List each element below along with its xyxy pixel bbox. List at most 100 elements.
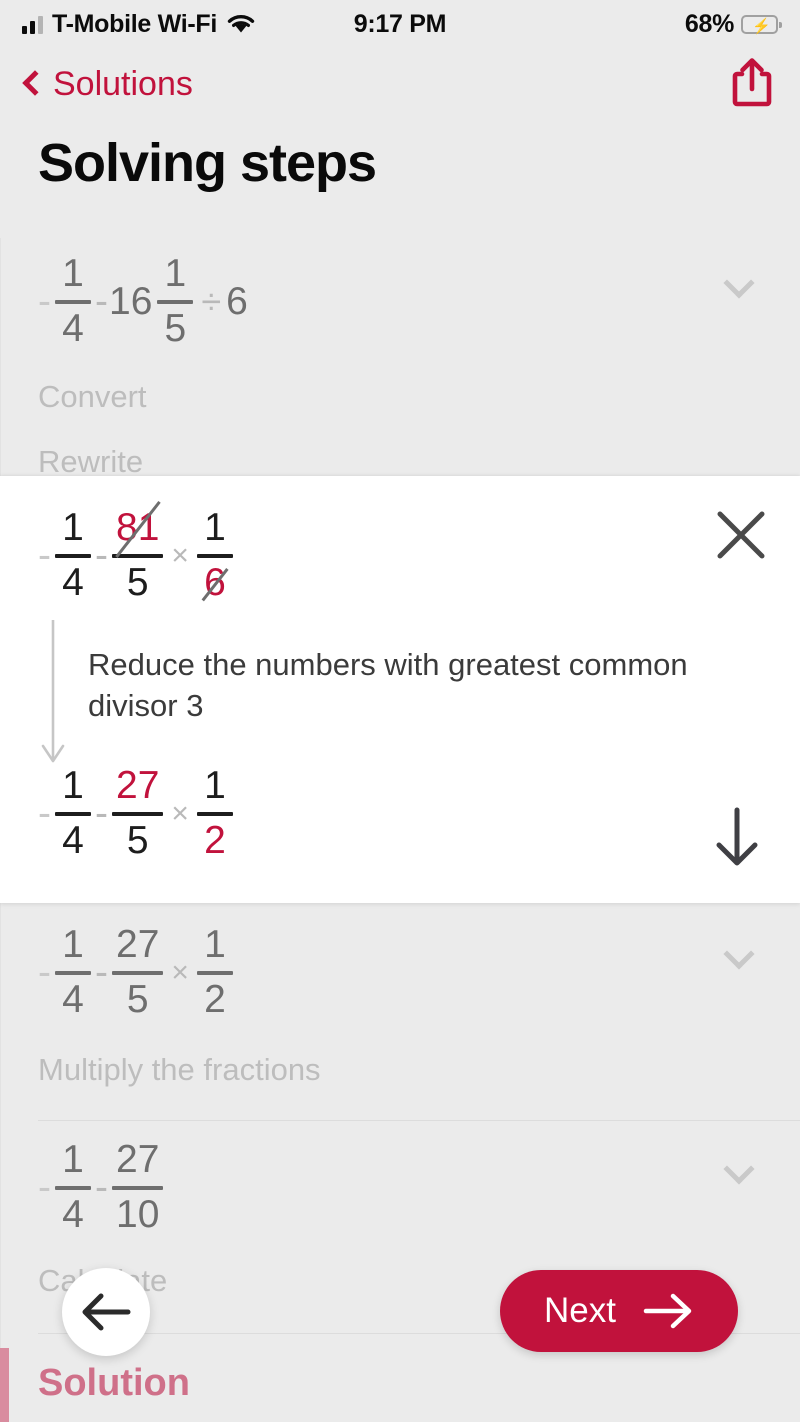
numerator: 1 <box>62 1138 84 1181</box>
numerator: 1 <box>62 764 84 807</box>
fraction-one-half: 1 2 <box>196 764 233 862</box>
denominator: 5 <box>126 818 149 862</box>
multiply-operator: × <box>171 955 189 989</box>
step-row-multiply-fractions[interactable]: - 1 4 - 27 5 × 1 2 Multiply the fraction… <box>0 923 800 1088</box>
denominator: 4 <box>62 818 84 862</box>
numerator: 1 <box>204 506 226 549</box>
fraction-one-fourth: 1 4 <box>55 252 91 350</box>
minus-operator: - <box>95 1166 108 1210</box>
numerator-struck: 81 <box>112 507 163 549</box>
fraction-one-fourth: 1 4 <box>55 1138 91 1236</box>
minus-operator: - <box>95 792 108 836</box>
step-divider <box>38 1120 800 1121</box>
numerator: 1 <box>62 506 84 549</box>
fraction-one-fourth: 1 4 <box>55 924 91 1021</box>
denominator: 4 <box>62 306 84 350</box>
step-expression: - 1 4 - 27 10 <box>38 1138 762 1236</box>
fraction-bar <box>196 553 233 558</box>
chevron-left-icon <box>22 70 48 96</box>
step-header: - 1 4 - 16 1 5 ÷ 6 <box>38 252 762 350</box>
denominator-struck: 6 <box>200 562 230 604</box>
fraction-one-fourth: 1 4 <box>55 506 91 604</box>
numerator: 27 <box>116 1138 160 1181</box>
fraction-twentyseven-fifths: 27 5 <box>112 764 164 862</box>
denominator: 4 <box>62 560 84 604</box>
numerator: 27 <box>116 923 160 966</box>
step-expression: - 1 4 - 27 5 × 1 2 <box>38 923 762 1021</box>
step-header: - 1 4 - 27 5 × 1 2 <box>38 923 762 1021</box>
fraction-bar <box>55 553 91 558</box>
status-bar-right: 68% ⚡ <box>684 9 782 39</box>
leading-minus: - <box>38 951 51 995</box>
fraction-eightyone-fifths: 81 5 <box>112 507 164 604</box>
minus-operator: - <box>95 534 108 578</box>
leading-minus: - <box>38 534 51 578</box>
denominator-highlighted: 2 <box>204 818 226 862</box>
fraction-one-fifth: 1 5 <box>157 253 194 350</box>
divide-operator: ÷ <box>201 280 222 322</box>
next-button[interactable]: Next <box>500 1270 738 1352</box>
solution-label: Solution <box>38 1362 190 1404</box>
arrow-right-icon <box>643 1293 692 1329</box>
card-input-expression: - 1 4 - 81 5 × 1 6 <box>38 506 236 604</box>
back-label: Solutions <box>53 64 193 103</box>
fraction-bar <box>55 299 91 304</box>
fraction-bar <box>196 811 233 816</box>
page-title: Solving steps <box>38 133 377 193</box>
fraction-one-fourth: 1 4 <box>55 764 91 862</box>
step-row-convert-rewrite[interactable]: - 1 4 - 16 1 5 ÷ 6 Convert Rewrite <box>0 238 800 479</box>
fraction-bar <box>55 1185 91 1190</box>
denominator: 4 <box>62 977 84 1021</box>
wifi-icon <box>227 15 255 33</box>
battery-percent-label: 68% <box>684 9 734 38</box>
denominator: 5 <box>126 560 149 604</box>
numerator: 1 <box>204 764 226 807</box>
fraction-one-sixth: 1 6 <box>196 506 233 604</box>
multiply-operator: × <box>171 796 189 830</box>
status-bar: T-Mobile Wi-Fi 9:17 PM 68% ⚡ <box>0 0 800 48</box>
numerator: 1 <box>62 252 84 295</box>
fraction-one-half: 1 2 <box>196 923 233 1021</box>
denominator: 10 <box>116 1192 160 1236</box>
step-header: - 1 4 - 27 10 <box>38 1138 762 1236</box>
fraction-bar <box>112 1185 164 1190</box>
minus-operator: - <box>95 280 108 324</box>
solution-row[interactable]: Solution <box>0 1348 800 1422</box>
share-button[interactable] <box>730 56 774 113</box>
fraction-twentyseven-tenths: 27 10 <box>112 1138 164 1236</box>
fraction-bar <box>112 811 164 816</box>
solving-steps-screen: T-Mobile Wi-Fi 9:17 PM 68% ⚡ Solutions S… <box>0 0 800 1422</box>
previous-step-button[interactable] <box>62 1268 150 1356</box>
card-output-expression: - 1 4 - 27 5 × 1 2 <box>38 764 236 862</box>
denominator: 5 <box>126 977 149 1021</box>
solution-accent-bar <box>0 1348 9 1422</box>
cellular-bars-icon <box>22 14 43 34</box>
close-icon <box>717 511 765 559</box>
close-card-button[interactable] <box>714 508 768 562</box>
divisor: 6 <box>226 280 248 324</box>
fraction-bar <box>196 970 233 975</box>
step-caption-line2: Rewrite <box>38 443 144 479</box>
numerator-highlighted: 27 <box>116 764 160 807</box>
step-caption-line1: Multiply the fractions <box>38 1051 321 1087</box>
minus-operator: - <box>95 951 108 995</box>
step-expression: - 1 4 - 16 1 5 ÷ 6 <box>38 252 762 350</box>
nav-bar: Solutions <box>0 48 800 120</box>
leading-minus: - <box>38 280 51 324</box>
fraction-bar <box>55 811 91 816</box>
leading-minus: - <box>38 1166 51 1210</box>
whole-number: 16 <box>109 280 153 324</box>
carrier-label: T-Mobile Wi-Fi <box>52 9 217 38</box>
battery-charging-icon: ⚡ <box>741 14 782 35</box>
numerator: 1 <box>204 923 226 966</box>
back-to-solutions-button[interactable]: Solutions <box>22 64 193 104</box>
arrow-down-connector-icon <box>40 620 72 775</box>
denominator: 4 <box>62 1192 84 1236</box>
next-step-arrow-button[interactable] <box>712 806 762 873</box>
fraction-bar <box>55 970 91 975</box>
arrow-down-icon <box>716 807 758 866</box>
status-bar-left: T-Mobile Wi-Fi <box>22 10 256 39</box>
arrow-left-icon <box>82 1293 131 1331</box>
fraction-bar <box>157 299 194 304</box>
next-button-label: Next <box>544 1291 616 1330</box>
